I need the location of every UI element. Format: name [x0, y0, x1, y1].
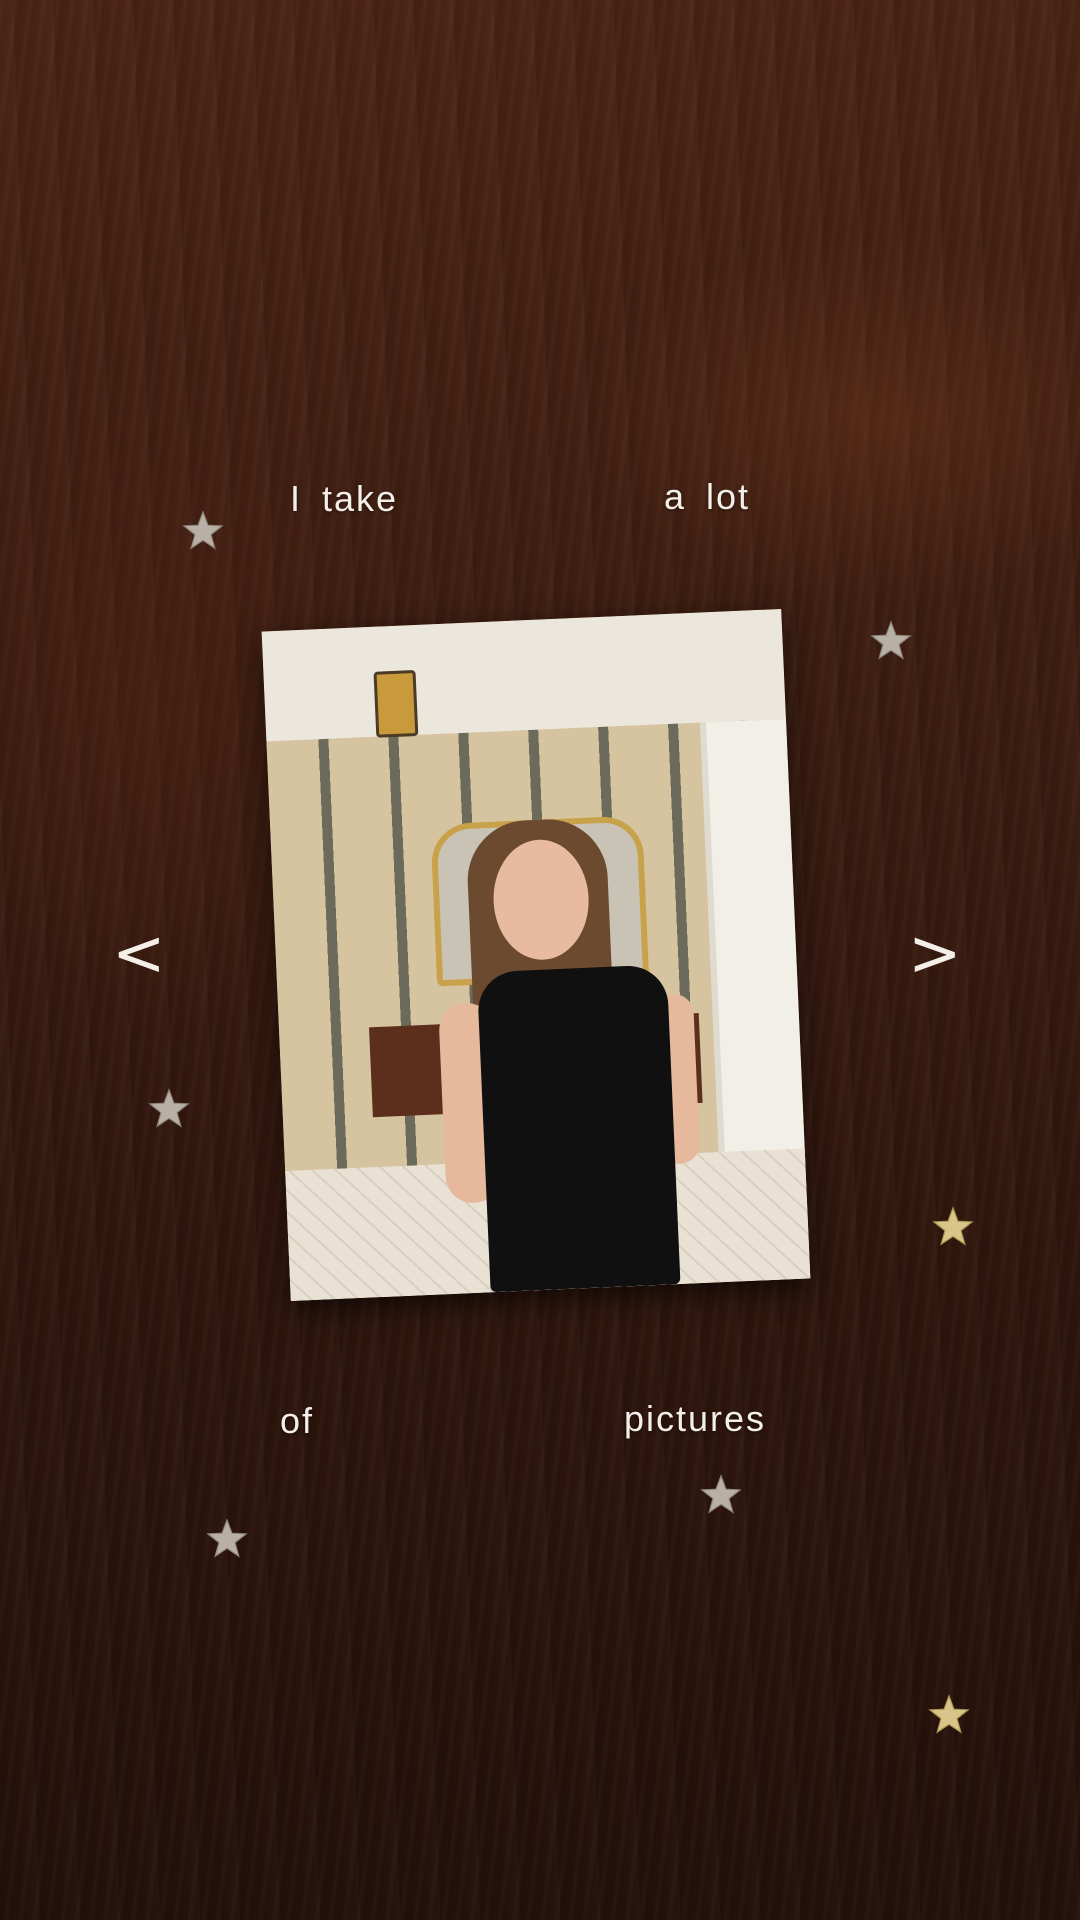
star-icon	[928, 1694, 970, 1734]
star-icon	[182, 510, 224, 550]
photo-person-black-dress	[476, 964, 681, 1293]
caption-i-take: I take	[290, 478, 399, 519]
star-icon	[700, 1474, 742, 1514]
story-canvas: I take a lot of pictures < >	[0, 0, 1080, 1920]
photo-card[interactable]	[261, 608, 811, 1302]
star-icon	[932, 1206, 974, 1246]
caption-pictures: pictures	[624, 1398, 767, 1439]
photo-ceiling-lamp	[373, 669, 419, 738]
caption-of: of	[280, 1400, 315, 1441]
star-icon	[148, 1088, 190, 1128]
previous-arrow[interactable]: <	[112, 922, 166, 986]
caption-a-lot: a lot	[664, 476, 751, 517]
star-icon	[870, 620, 912, 660]
next-arrow[interactable]: >	[908, 922, 962, 986]
star-icon	[206, 1518, 248, 1558]
